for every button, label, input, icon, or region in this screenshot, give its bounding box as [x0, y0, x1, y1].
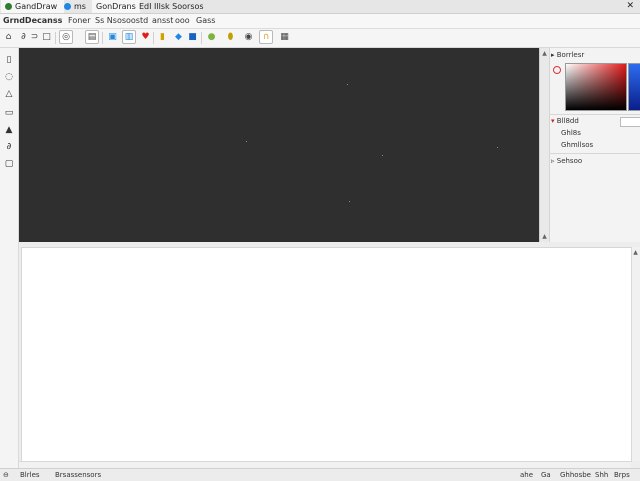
layers-icon[interactable]: ▤	[85, 30, 99, 44]
tab-label: EdI Illsk Soorsos	[139, 2, 204, 11]
scroll-up-icon[interactable]: ▲	[631, 249, 640, 256]
status-icon[interactable]: ⊖	[3, 469, 9, 481]
scroll-down-icon[interactable]: ▲	[540, 233, 549, 240]
panel-row[interactable]: Ghmllsos	[551, 140, 640, 151]
horseshoe-icon[interactable]: ∩	[259, 30, 273, 44]
panel-row[interactable]: Ghl8s	[551, 128, 640, 139]
panel-row[interactable]: ▹ Sehsoo	[551, 156, 640, 167]
tool-palette: ▯ ◌ △ ▭ ▲ ∂ ▢	[0, 48, 19, 468]
row-label: Bll8dd	[556, 117, 579, 125]
toolbar-divider	[153, 32, 154, 44]
frame-icon[interactable]: □	[40, 31, 53, 44]
color-indicator-icon	[553, 66, 561, 74]
brush-icon[interactable]: ∂	[3, 141, 15, 153]
bookmark-icon[interactable]: ▮	[156, 31, 169, 44]
menu-item[interactable]: Gass	[196, 14, 215, 28]
color-panel-header: ▸ Borrlesr	[551, 50, 640, 61]
status-bar: ⊖ Blrles Brsassensors ahe Ga Ghhosbe Shh…	[0, 468, 640, 481]
hue-slider[interactable]	[628, 63, 640, 111]
row-label: Ghl8s	[561, 129, 581, 137]
tab-label: GonDrans	[96, 2, 136, 11]
canvas-speck	[246, 141, 247, 142]
toolbar-divider	[201, 32, 202, 44]
value-field[interactable]	[620, 117, 640, 127]
row-label: Sehsoo	[556, 157, 583, 165]
scroll-up-icon[interactable]: ▲	[540, 50, 549, 57]
document-scrollbar[interactable]: ▲	[631, 247, 640, 461]
drop-icon[interactable]: ◆	[172, 31, 185, 44]
globe-icon	[64, 3, 71, 10]
drawing-canvas[interactable]	[19, 48, 539, 242]
panel-title: Borrlesr	[556, 51, 585, 59]
close-icon[interactable]: ✕	[626, 1, 634, 11]
canvas-scrollbar[interactable]: ▲ ▲	[539, 48, 549, 242]
status-item[interactable]: Brps	[614, 469, 630, 481]
lasso-icon[interactable]: ◌	[3, 71, 15, 83]
shield-icon[interactable]: ⬮	[224, 31, 237, 44]
tab-gondrans[interactable]: GonDrans	[92, 0, 140, 13]
tab-edi[interactable]: EdI Illsk Soorsos	[135, 0, 213, 13]
menu-app[interactable]: GrndDecanss	[3, 14, 62, 28]
status-item[interactable]: Ga	[541, 469, 551, 481]
menu-bar: GrndDecanss Foner Ss Nsosoostd ansst ooo…	[0, 14, 640, 29]
canvas-speck	[347, 84, 348, 85]
app-logo-icon	[5, 3, 12, 10]
bucket-icon[interactable]: ▲	[3, 124, 15, 136]
pen-icon[interactable]: △	[3, 88, 15, 100]
status-text: Brsassensors	[55, 471, 102, 479]
canvas-speck	[382, 155, 383, 156]
window-icon[interactable]: ▥	[122, 30, 136, 44]
menu-item[interactable]: ooo	[175, 14, 190, 28]
toolbar: ⌂ ∂ ⊃ □ ◎ ▤ ▣ ▥ ♥ ▮ ◆ ■ ● ⬮ ◉ ∩ ▦	[0, 29, 640, 48]
toolbar-divider	[102, 32, 103, 44]
menu-item[interactable]: Foner	[68, 14, 91, 28]
box-icon[interactable]: ▣	[106, 31, 119, 44]
spiral-icon[interactable]: ◎	[59, 30, 73, 44]
status-item[interactable]: Ghhosbe	[560, 469, 591, 481]
lock-icon[interactable]: ⌂	[2, 31, 15, 44]
layout-icon[interactable]: ▦	[278, 31, 291, 44]
status-item[interactable]: ahe	[520, 469, 533, 481]
menu-item[interactable]: Ss Nsosoostd	[95, 14, 148, 28]
canvas-speck	[497, 147, 498, 148]
canvas-speck	[349, 201, 350, 202]
tab-label: ms	[74, 2, 86, 11]
ruler-icon[interactable]: ▭	[3, 107, 15, 119]
page-icon[interactable]: ▢	[3, 158, 15, 170]
color-picker-field[interactable]	[565, 63, 627, 111]
file-icon[interactable]: ▯	[3, 54, 15, 66]
divider	[549, 153, 640, 154]
tab-bar: GandDraw ms GonDrans EdI Illsk Soorsos ✕	[0, 0, 640, 14]
color-icon[interactable]: ■	[186, 31, 199, 44]
document-page[interactable]	[21, 247, 632, 462]
target-icon[interactable]: ◉	[242, 31, 255, 44]
menu-item[interactable]: ansst	[152, 14, 173, 28]
tab-ganddraw[interactable]: GandDraw	[1, 0, 64, 13]
heart-icon[interactable]: ♥	[139, 31, 152, 44]
row-label: Ghmllsos	[561, 141, 594, 149]
divider	[549, 114, 640, 115]
toolbar-divider	[55, 32, 56, 44]
globe-icon[interactable]: ●	[205, 31, 218, 44]
tab-label: GandDraw	[15, 2, 58, 11]
status-item[interactable]: Shh	[595, 469, 608, 481]
status-text: Blrles	[20, 471, 40, 479]
